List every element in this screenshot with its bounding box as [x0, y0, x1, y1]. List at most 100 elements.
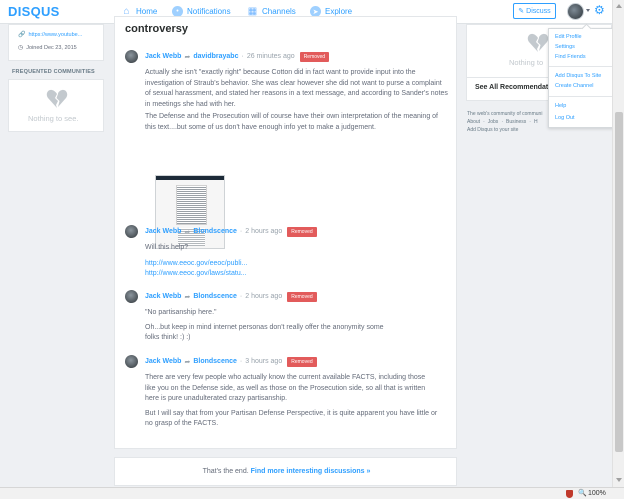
profile-link-row[interactable]: 🔗 https://www.youtube...	[18, 31, 82, 39]
image-toolbar	[156, 176, 224, 180]
comment-header: Jack Webb ➦ Blondscence · 2 hours ago Re…	[125, 225, 317, 238]
link-icon: 🔗	[18, 32, 26, 38]
footer-tagline: The web's community of communi	[467, 111, 543, 117]
clock-icon: ◷	[18, 45, 24, 51]
menu-item-add-disqus[interactable]: Add Disqus To Site	[555, 73, 601, 79]
frequented-communities-title: FREQUENTED COMMUNITIES	[12, 69, 95, 75]
reply-arrow-icon: ➦	[184, 293, 191, 301]
chevron-down-icon[interactable]	[586, 9, 590, 12]
edit-icon: ✎	[518, 8, 525, 15]
shield-icon[interactable]	[566, 490, 573, 498]
comment-body: There are very few people who actually k…	[145, 373, 449, 432]
discuss-label: Discuss	[526, 7, 551, 15]
end-of-feed-card: That's the end. Find more interesting di…	[114, 457, 457, 486]
separator-dot: ·	[241, 53, 244, 60]
end-of-feed-text: That's the end. Find more interesting di…	[115, 468, 458, 475]
reply-to-user[interactable]: davidbrayabc	[193, 53, 238, 60]
comment-paragraph: Oh...but keep in mind internet personas …	[145, 323, 384, 342]
browser-status-bar: 🔍 100%	[0, 487, 624, 499]
broken-heart-icon	[527, 33, 549, 52]
reply-arrow-icon: ➦	[184, 228, 191, 236]
nav-explore-label: Explore	[325, 7, 353, 16]
reply-arrow-icon: ➦	[184, 53, 191, 61]
separator-dot: ·	[239, 358, 243, 365]
vertical-scrollbar[interactable]	[612, 0, 624, 487]
comment-paragraph: Will this help?	[145, 244, 189, 251]
footer-link-jobs[interactable]: Jobs	[488, 119, 499, 125]
comment-header: Jack Webb ➦ Blondscence · 2 hours ago Re…	[125, 290, 317, 303]
comment-paragraph: The Defense and the Prosecution will of …	[145, 113, 439, 131]
menu-divider	[549, 66, 613, 67]
profile-link[interactable]: https://www.youtube...	[28, 32, 82, 38]
menu-item-find-friends[interactable]: Find Friends	[555, 54, 586, 60]
avatar[interactable]	[125, 355, 138, 368]
separator-dot: ·	[239, 293, 243, 300]
comment-author[interactable]: Jack Webb	[145, 293, 181, 300]
nav-home-label: Home	[136, 7, 158, 16]
comment-link[interactable]: http://www.eeoc.gov/eeoc/publi...	[145, 259, 449, 270]
removed-badge: Removed	[299, 51, 330, 62]
footer-add-disqus[interactable]: Add Disqus to your site	[467, 127, 518, 133]
comment-time[interactable]: 26 minutes ago	[247, 53, 295, 60]
comment-author[interactable]: Jack Webb	[145, 228, 181, 235]
scroll-down-arrow-icon[interactable]	[616, 478, 622, 482]
reply-to-user[interactable]: Blondscence	[193, 228, 237, 235]
reply-to-user[interactable]: Blondscence	[193, 358, 237, 365]
menu-item-create-channel[interactable]: Create Channel	[555, 83, 594, 89]
nav-channels-label: Channels	[262, 7, 296, 16]
footer-link-about[interactable]: About	[467, 119, 480, 125]
communities-empty-text: Nothing to see.	[28, 114, 79, 123]
comment-author[interactable]: Jack Webb	[145, 358, 181, 365]
comment-time[interactable]: 2 hours ago	[245, 228, 282, 235]
comment-header: Jack Webb ➦ davidbrayabc · 26 minutes ag…	[125, 50, 330, 63]
footer-separator: ·	[483, 119, 485, 125]
gear-icon[interactable]: ⚙	[594, 4, 605, 16]
nav-notifications-label: Notifications	[187, 7, 231, 16]
reply-to-user[interactable]: Blondscence	[193, 293, 237, 300]
avatar[interactable]	[125, 290, 138, 303]
footer-separator: ·	[529, 119, 531, 125]
avatar[interactable]	[125, 50, 138, 63]
comment-body: "No partisanship here." Oh...but keep in…	[145, 308, 449, 346]
joined-date: Joined Dec 23, 2015	[26, 44, 77, 51]
avatar[interactable]	[125, 225, 138, 238]
footer-separator: ·	[501, 119, 503, 125]
removed-badge: Removed	[287, 291, 317, 302]
recommendations-empty-text: Nothing to	[509, 58, 544, 67]
see-all-recommendations-link[interactable]: See All Recommendation	[475, 84, 559, 91]
user-avatar[interactable]	[567, 3, 584, 20]
find-more-link[interactable]: Find more interesting discussions »	[251, 468, 371, 475]
end-text: That's the end.	[202, 468, 249, 475]
footer-link-business[interactable]: Business	[506, 119, 526, 125]
comment-paragraph: There are very few people who actually k…	[145, 374, 426, 402]
profile-info-card: 🔗 https://www.youtube... ◷ Joined Dec 23…	[8, 24, 104, 61]
scroll-up-arrow-icon[interactable]	[616, 4, 622, 8]
zoom-icon[interactable]: 🔍	[578, 489, 587, 497]
comment-paragraph: "No partisanship here."	[145, 309, 217, 316]
user-menu: Edit Profile Settings Find Friends Add D…	[548, 28, 614, 128]
comment-link[interactable]: http://www.eeoc.gov/laws/statu...	[145, 269, 449, 280]
comment-header: Jack Webb ➦ Blondscence · 3 hours ago Re…	[125, 355, 317, 368]
disqus-logo[interactable]: DISQUS	[8, 4, 60, 19]
main-feed: controversy Jack Webb ➦ davidbrayabc · 2…	[114, 16, 457, 449]
menu-item-help[interactable]: Help	[555, 103, 566, 109]
removed-badge: Removed	[287, 356, 317, 367]
comment-body: Will this help? http://www.eeoc.gov/eeoc…	[145, 243, 449, 280]
zoom-level[interactable]: 100%	[588, 490, 606, 497]
menu-divider	[549, 96, 613, 97]
post-title[interactable]: controversy	[125, 23, 188, 35]
image-document	[176, 185, 207, 225]
menu-item-settings[interactable]: Settings	[555, 44, 575, 50]
comment-time[interactable]: 2 hours ago	[245, 293, 282, 300]
footer-links: About · Jobs · Business · H	[467, 119, 538, 125]
scroll-thumb[interactable]	[615, 112, 623, 452]
discuss-button[interactable]: ✎ Discuss	[513, 3, 556, 19]
comment-paragraph: But I will say that from your Partisan D…	[145, 409, 438, 428]
footer-link-help[interactable]: H	[534, 119, 538, 125]
comment-time[interactable]: 3 hours ago	[245, 358, 282, 365]
broken-heart-icon	[46, 89, 68, 108]
menu-item-edit-profile[interactable]: Edit Profile	[555, 34, 582, 40]
menu-item-log-out[interactable]: Log Out	[555, 115, 575, 121]
removed-badge: Removed	[287, 226, 317, 237]
comment-author[interactable]: Jack Webb	[145, 53, 181, 60]
